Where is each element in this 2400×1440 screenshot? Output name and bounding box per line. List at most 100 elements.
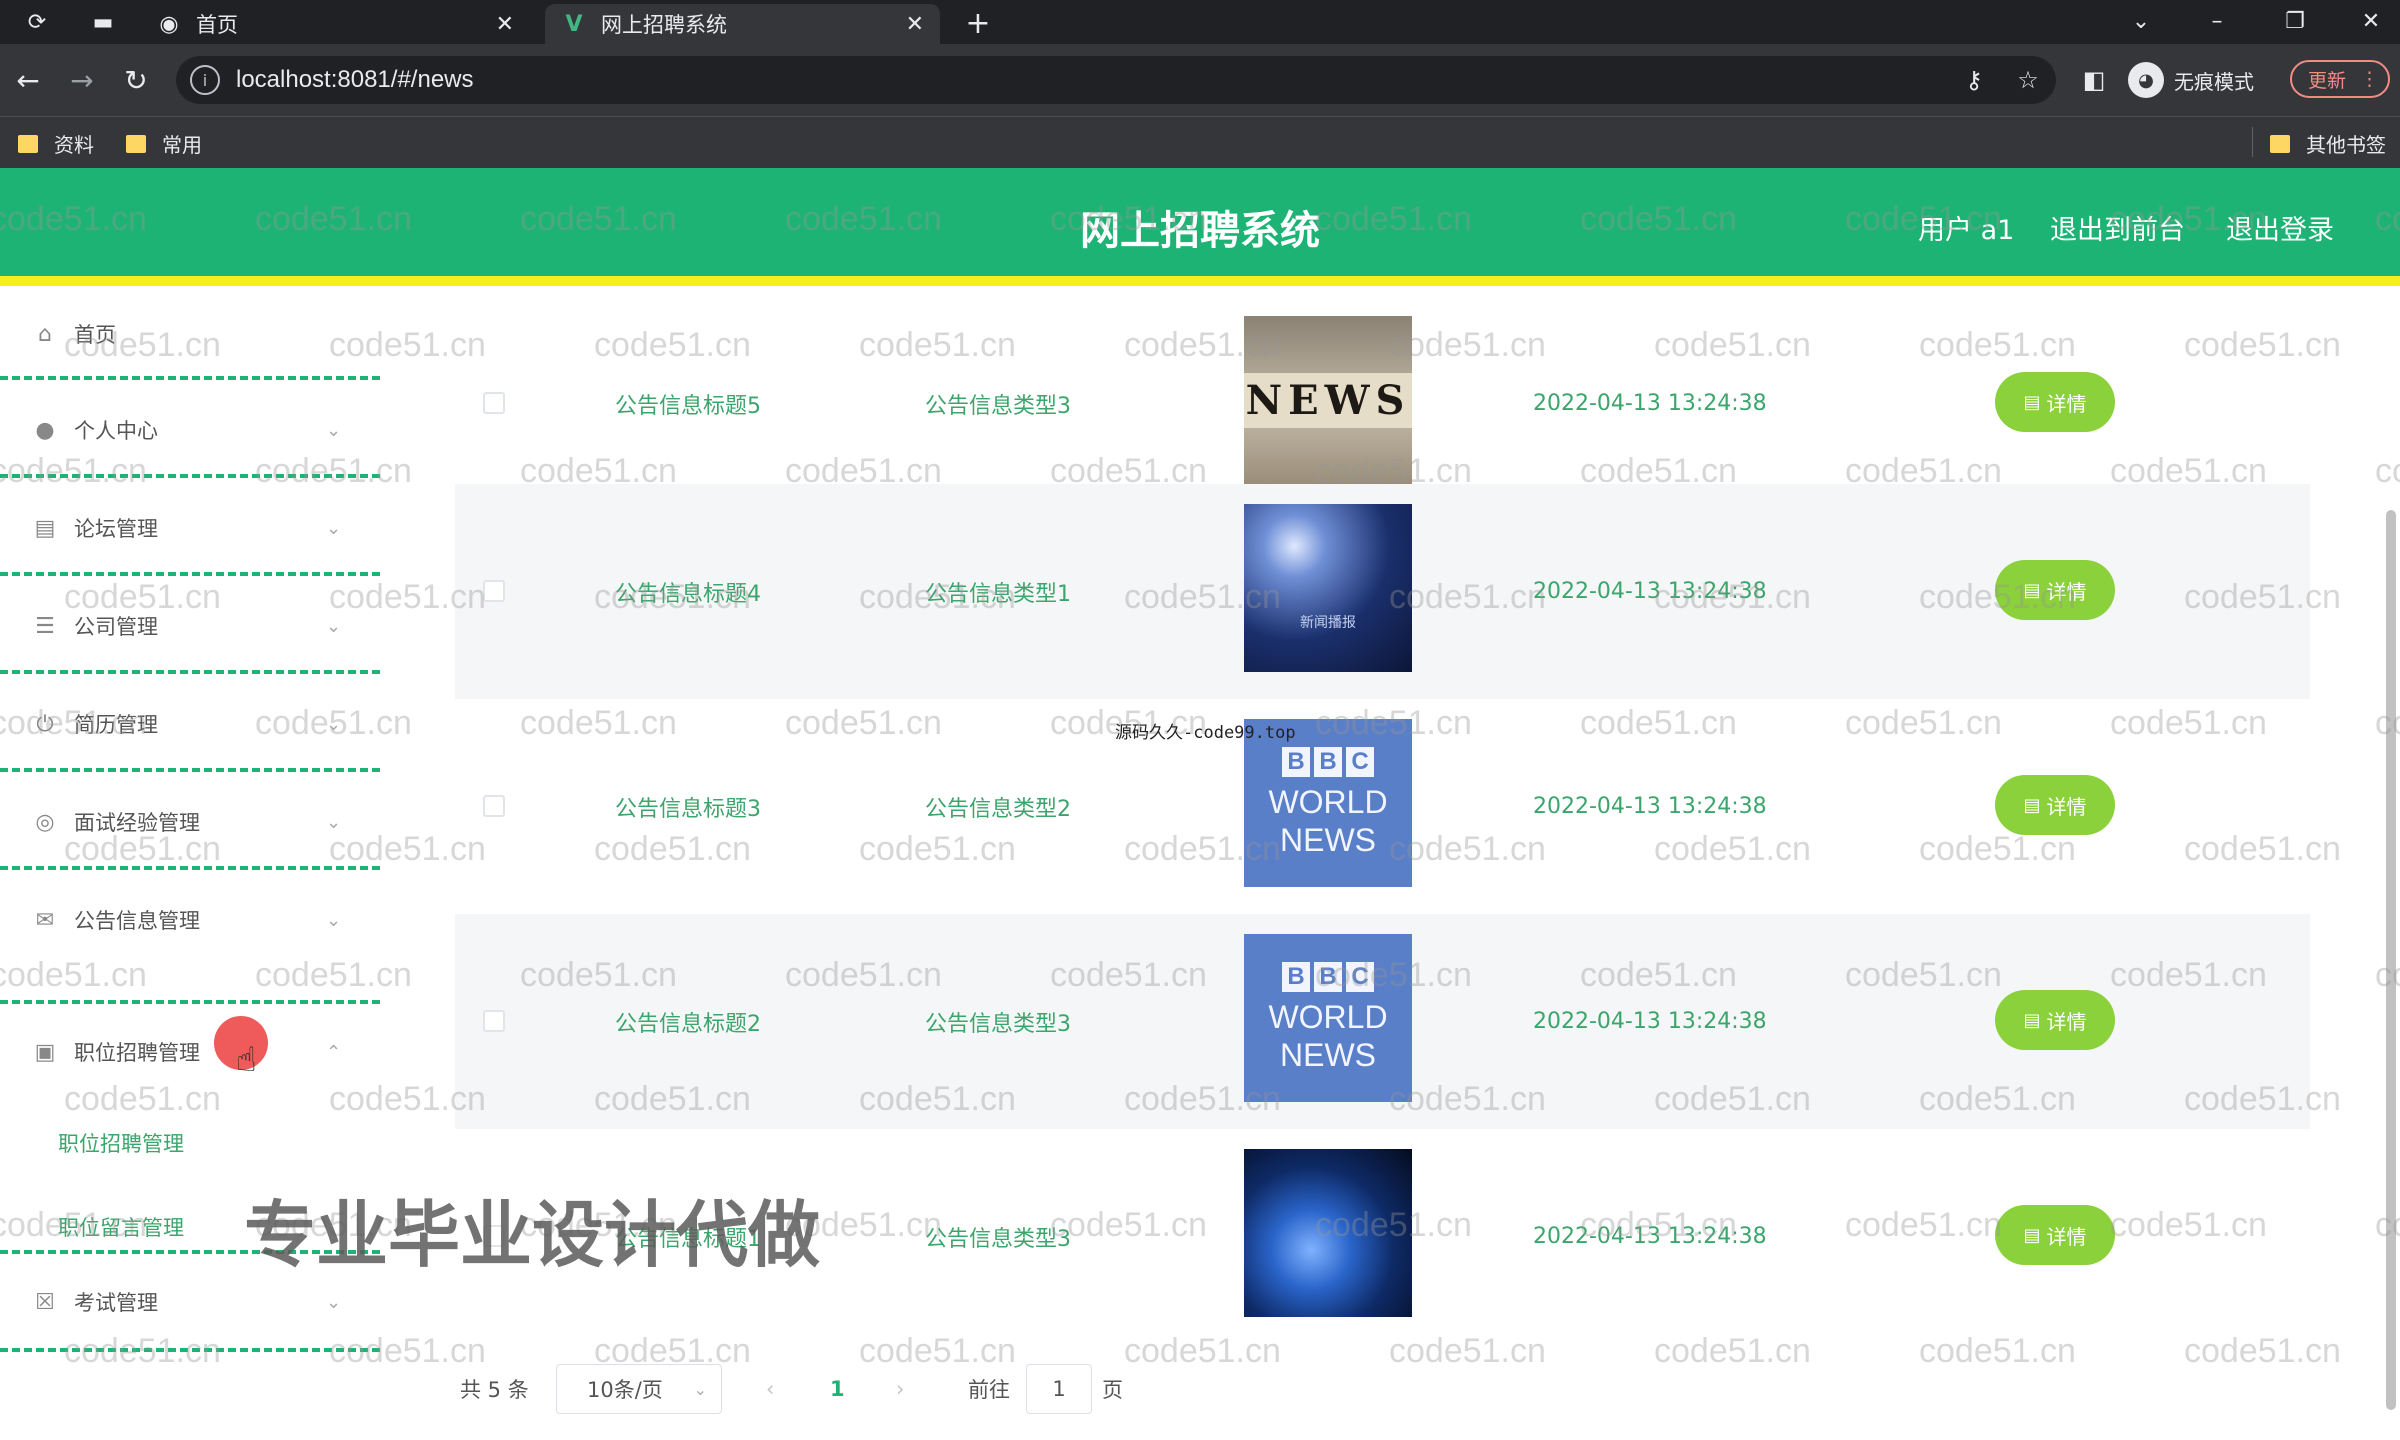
logout-link[interactable]: 退出登录: [2226, 208, 2334, 247]
compass-icon: ◎: [35, 809, 55, 835]
detail-label: 详情: [2046, 391, 2087, 416]
table-row: 公告信息标题3 公告信息类型2 BBC WORLD NEWS 2022-04-1…: [455, 699, 2310, 914]
star-icon[interactable]: ☆: [2008, 60, 2048, 100]
sidebar-item-label: 论坛管理: [74, 517, 158, 541]
address-bar[interactable]: i localhost:8081/#/news: [176, 56, 2056, 104]
key-icon[interactable]: ⚷: [1954, 60, 1994, 100]
cell-title: 公告信息标题3: [615, 796, 761, 822]
row-checkbox[interactable]: [483, 580, 505, 602]
divider: [0, 376, 380, 380]
other-bookmarks[interactable]: 其他书签: [2270, 129, 2386, 158]
vertical-scrollbar[interactable]: [2386, 510, 2396, 1410]
sidebar-item-forum[interactable]: ▤ 论坛管理 ⌄: [0, 498, 380, 558]
window-close-icon[interactable]: ✕: [2346, 4, 2396, 38]
folder-icon: [2270, 134, 2290, 153]
detail-button[interactable]: ▤ 详情: [1995, 990, 2115, 1050]
bookmark-folder[interactable]: 资料: [18, 129, 94, 158]
bookmark-label: 其他书签: [2306, 133, 2386, 157]
next-page-icon[interactable]: ›: [896, 1364, 904, 1414]
sidebar-subitem-job-messages[interactable]: 职位留言管理: [58, 1212, 184, 1242]
sidebar-item-interview[interactable]: ◎ 面试经验管理 ⌄: [0, 792, 380, 852]
tab-home[interactable]: ◉ 首页 ✕: [140, 4, 530, 44]
briefcase-icon: ▣: [34, 1039, 56, 1065]
table-row: 公告信息标题5 公告信息类型3 NEWS 2022-04-13 13:24:38…: [455, 296, 2310, 511]
incognito-label: 无痕模式: [2174, 69, 2254, 94]
chevron-down-icon: ⌄: [326, 517, 342, 539]
bookmark-folder[interactable]: 常用: [126, 129, 202, 158]
restore-icon[interactable]: ❐: [2270, 4, 2320, 38]
detail-button[interactable]: ▤ 详情: [1995, 560, 2115, 620]
divider: [0, 474, 380, 478]
tab-recruitment[interactable]: V 网上招聘系统 ✕: [545, 4, 940, 44]
detail-button[interactable]: ▤ 详情: [1995, 775, 2115, 835]
back-to-front-link[interactable]: 退出到前台: [2050, 208, 2185, 247]
detail-button[interactable]: ▤ 详情: [1995, 372, 2115, 432]
row-checkbox[interactable]: [483, 392, 505, 414]
app-title: 网上招聘系统: [1080, 208, 1320, 254]
reload-icon[interactable]: ↻: [116, 60, 156, 100]
sidebar-item-resume[interactable]: ⏻ 简历管理 ⌄: [0, 694, 380, 754]
detail-label: 详情: [2046, 794, 2087, 819]
sidebar-item-company[interactable]: ☰ 公司管理 ⌄: [0, 596, 380, 656]
tab-search-icon[interactable]: ▬: [88, 8, 118, 36]
chevron-down-icon: ⌄: [326, 811, 342, 833]
side-panel-icon[interactable]: ◧: [2074, 60, 2114, 100]
tab-close-icon[interactable]: ✕: [496, 12, 514, 37]
cell-title: 公告信息标题5: [615, 393, 761, 419]
tab-close-icon[interactable]: ✕: [906, 12, 924, 37]
site-info-icon[interactable]: i: [190, 65, 220, 95]
spotlight-image: 新闻播报: [1244, 504, 1412, 672]
chevron-down-icon: ⌄: [693, 1379, 707, 1399]
sidebar-item-announcement[interactable]: ✉ 公告信息管理 ⌄: [0, 890, 380, 950]
cell-time: 2022-04-13 13:24:38: [1533, 794, 1767, 819]
sidebar-item-jobs[interactable]: ▣ 职位招聘管理 ⌃: [0, 1022, 380, 1082]
tab-title: 首页: [196, 13, 238, 37]
image-text: NEWS: [1280, 822, 1376, 858]
goto-page-input[interactable]: 1: [1026, 1364, 1092, 1414]
detail-button[interactable]: ▤ 详情: [1995, 1205, 2115, 1265]
incognito-indicator[interactable]: ◕ 无痕模式: [2128, 58, 2254, 102]
browser-profile-icon[interactable]: ⟳: [22, 8, 52, 36]
cell-title: 公告信息标题4: [615, 581, 761, 607]
bbc-logo: BBC: [1282, 747, 1374, 777]
prev-page-icon[interactable]: ‹: [766, 1364, 774, 1414]
minimize-icon[interactable]: –: [2192, 4, 2242, 38]
incognito-icon: ◕: [2128, 62, 2164, 98]
forward-icon[interactable]: →: [62, 60, 102, 100]
tab-list-chevron-icon[interactable]: ⌄: [2116, 4, 2166, 38]
sidebar-item-label: 首页: [74, 323, 116, 347]
cell-type: 公告信息类型2: [925, 796, 1071, 822]
new-tab-button[interactable]: +: [960, 6, 996, 41]
document-icon: ▤: [2023, 1009, 2041, 1031]
promo-overlay-text: 专业毕业设计代做: [244, 1193, 821, 1277]
page-size-value: 10条/页: [587, 1378, 663, 1402]
cell-time: 2022-04-13 13:24:38: [1533, 391, 1767, 416]
sidebar-item-exam[interactable]: ☒ 考试管理 ⌄: [0, 1272, 380, 1332]
update-button[interactable]: 更新 ⋮: [2290, 60, 2390, 98]
current-user: 用户 a1: [1918, 215, 2015, 246]
page-number-current[interactable]: 1: [830, 1364, 845, 1414]
back-icon[interactable]: ←: [8, 60, 48, 100]
document-icon: ▤: [2023, 579, 2041, 601]
detail-label: 详情: [2046, 579, 2087, 604]
sidebar-item-personal-center[interactable]: ● 个人中心 ⌄: [0, 400, 380, 460]
more-icon: ⋮: [2360, 68, 2380, 90]
bbc-world-news-image: BBC WORLD NEWS: [1244, 934, 1412, 1102]
row-checkbox[interactable]: [483, 795, 505, 817]
sidebar-subitem-jobs[interactable]: 职位招聘管理: [58, 1128, 184, 1158]
table-row: 公告信息标题4 公告信息类型1 新闻播报 2022-04-13 13:24:38…: [455, 484, 2310, 699]
pagination-total: 共 5 条: [460, 1378, 529, 1402]
divider: [0, 670, 380, 674]
chevron-down-icon: ⌄: [326, 713, 342, 735]
sidebar-item-label: 简历管理: [74, 713, 158, 737]
bbc-logo: BBC: [1282, 962, 1374, 992]
document-icon: ▤: [2023, 1224, 2041, 1246]
cell-type: 公告信息类型1: [925, 581, 1071, 607]
page-size-select[interactable]: 10条/页 ⌄: [556, 1364, 722, 1414]
document-icon: ▤: [2023, 794, 2041, 816]
image-text: WORLD: [1268, 784, 1388, 820]
row-checkbox[interactable]: [483, 1010, 505, 1032]
header-accent-line: [0, 276, 2400, 286]
browser-toolbar: ← → ↻ i localhost:8081/#/news ⚷ ☆ ◧ ◕ 无痕…: [0, 44, 2400, 116]
sidebar-item-home[interactable]: ⌂ 首页: [0, 304, 380, 364]
